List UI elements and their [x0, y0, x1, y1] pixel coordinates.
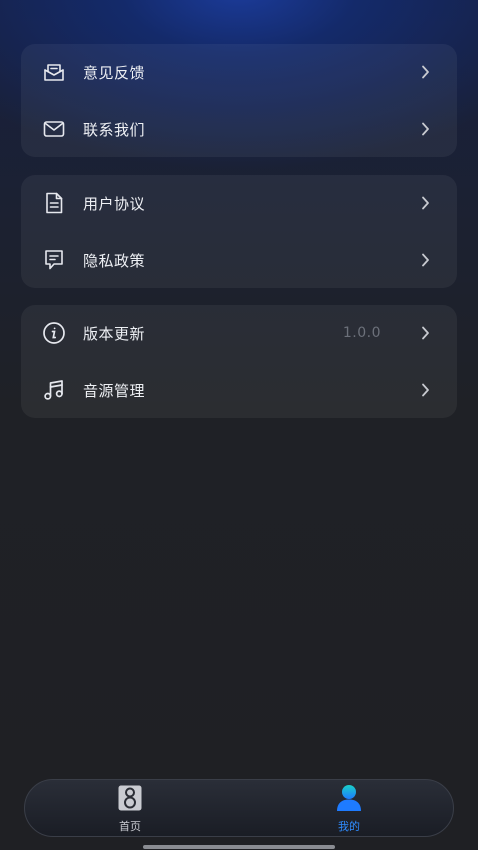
music-note-icon [41, 377, 67, 403]
feedback-label: 意见反馈 [83, 63, 146, 82]
info-circle-icon [41, 320, 67, 346]
settings-group-3: 版本更新 1.0.0 音源管理 [21, 305, 457, 418]
contact-label: 联系我们 [83, 120, 146, 139]
envelope-icon [41, 116, 67, 142]
chevron-right-icon [419, 383, 431, 397]
tab-home[interactable]: 首页 [70, 784, 190, 834]
message-square-icon [41, 247, 67, 273]
version-label: 版本更新 [83, 324, 146, 343]
tab-mine[interactable]: 我的 [289, 784, 409, 834]
home-indicator [143, 845, 335, 849]
chevron-right-icon [419, 196, 431, 210]
chevron-right-icon [419, 65, 431, 79]
audio-source-row[interactable]: 音源管理 [21, 362, 457, 418]
settings-group-2: 用户协议 隐私政策 [21, 175, 457, 288]
speaker-icon [117, 784, 143, 812]
chevron-right-icon [419, 253, 431, 267]
mail-open-icon [41, 59, 67, 85]
feedback-row[interactable]: 意见反馈 [21, 44, 457, 100]
audio-source-label: 音源管理 [83, 381, 146, 400]
document-icon [41, 190, 67, 216]
user-icon [336, 784, 362, 812]
contact-row[interactable]: 联系我们 [21, 101, 457, 157]
tab-home-label: 首页 [119, 820, 141, 833]
privacy-label: 隐私政策 [83, 251, 146, 270]
agreement-label: 用户协议 [83, 194, 146, 213]
bottom-tab-bar: 首页 我的 [24, 779, 454, 837]
tab-mine-label: 我的 [338, 820, 360, 833]
version-value: 1.0.0 [342, 325, 381, 341]
privacy-row[interactable]: 隐私政策 [21, 232, 457, 288]
chevron-right-icon [419, 122, 431, 136]
version-row[interactable]: 版本更新 1.0.0 [21, 305, 457, 361]
agreement-row[interactable]: 用户协议 [21, 175, 457, 231]
chevron-right-icon [419, 326, 431, 340]
settings-group-1: 意见反馈 联系我们 [21, 44, 457, 157]
